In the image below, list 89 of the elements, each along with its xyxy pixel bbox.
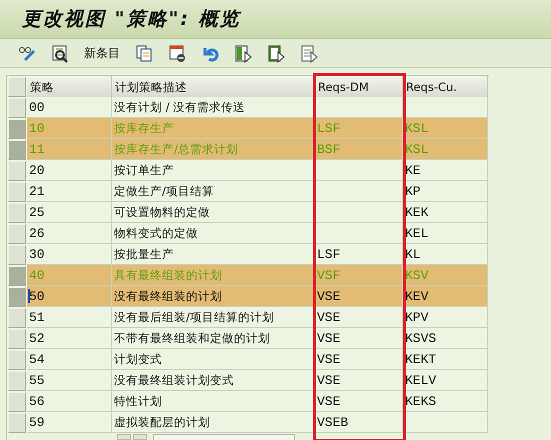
table-cell: 30 — [27, 244, 112, 265]
table-cell: 没有最终组装的计划 — [112, 286, 315, 307]
select-all-button[interactable] — [8, 77, 26, 97]
table-cell: VSE — [315, 307, 403, 328]
copy-icon[interactable] — [135, 44, 153, 62]
row-selector[interactable] — [8, 287, 26, 307]
table-cell: 虚拟装配层的计划 — [112, 412, 315, 433]
row-selector[interactable] — [8, 224, 26, 244]
scroll-right-button[interactable] — [133, 434, 147, 440]
table-cell: KL — [403, 244, 488, 265]
table-cell: 物料变式的定做 — [112, 223, 315, 244]
delete-row-icon[interactable] — [168, 44, 186, 62]
table-cell: VSE — [315, 328, 403, 349]
row-selector[interactable] — [8, 413, 26, 433]
table-cell: KE — [403, 160, 488, 181]
column-header[interactable]: 计划策略描述 — [112, 76, 315, 97]
table-cell: KEV — [403, 286, 488, 307]
row-selector[interactable] — [8, 203, 26, 223]
table-cell: BSF — [315, 139, 403, 160]
row-selector[interactable] — [8, 350, 26, 370]
table-cell: 51 — [27, 307, 112, 328]
row-selector[interactable] — [8, 182, 26, 202]
table-cell: 11 — [27, 139, 112, 160]
table-cell: LSF — [315, 244, 403, 265]
table-cell: VSE — [315, 370, 403, 391]
column-header[interactable]: Reqs-Cu. — [403, 76, 488, 97]
table-cell: 26 — [27, 223, 112, 244]
document-search-icon[interactable] — [51, 44, 69, 62]
table-cell: 00 — [27, 97, 112, 118]
table-cell: KEK — [403, 202, 488, 223]
table-cell: VSE — [315, 286, 403, 307]
table-cell: 50 — [27, 286, 112, 307]
table-cell: 没有最终组装计划变式 — [112, 370, 315, 391]
table-cell: KELV — [403, 370, 488, 391]
table-cell: 21 — [27, 181, 112, 202]
table-cell: 55 — [27, 370, 112, 391]
table-cell: 54 — [27, 349, 112, 370]
table-cell: 按批量生产 — [112, 244, 315, 265]
table-cell: KEKS — [403, 391, 488, 412]
column-header[interactable]: Reqs-DM — [315, 76, 403, 97]
table-cell: KSL — [403, 139, 488, 160]
table-cell: 20 — [27, 160, 112, 181]
table-cell: 25 — [27, 202, 112, 223]
table-cell: KEL — [403, 223, 488, 244]
document-arrow-icon[interactable] — [234, 44, 252, 62]
row-selector[interactable] — [8, 392, 26, 412]
table-cell: 具有最终组装的计划 — [112, 265, 315, 286]
table-cell: KSL — [403, 118, 488, 139]
table-cell: KP — [403, 181, 488, 202]
table-cell: 特性计划 — [112, 391, 315, 412]
table-cell: 59 — [27, 412, 112, 433]
table-cell: KSVS — [403, 328, 488, 349]
table-cell: 计划变式 — [112, 349, 315, 370]
window-title: 更改视图 "策略": 概览 — [22, 7, 241, 32]
table-cell: KPV — [403, 307, 488, 328]
table-cell: KSV — [403, 265, 488, 286]
table-cell: 没有最后组装/项目结算的计划 — [112, 307, 315, 328]
row-selector[interactable] — [8, 119, 26, 139]
table-cell: 按库存生产 — [112, 118, 315, 139]
table-cell: 定做生产/项目结算 — [112, 181, 315, 202]
row-selector[interactable] — [8, 98, 26, 118]
document-arrow-icon[interactable] — [267, 44, 285, 62]
table-cell: 不带有最终组装和定做的计划 — [112, 328, 315, 349]
table-cell: VSF — [315, 265, 403, 286]
row-selector[interactable] — [8, 329, 26, 349]
table-cell: 没有计划 / 没有需求传送 — [112, 97, 315, 118]
table-cell: 按订单生产 — [112, 160, 315, 181]
table-cell: 40 — [27, 265, 112, 286]
column-header[interactable]: 策略 — [27, 76, 112, 97]
row-selector[interactable] — [8, 245, 26, 265]
table-cell: LSF — [315, 118, 403, 139]
scroll-left-button[interactable] — [117, 434, 131, 440]
table-cell: VSE — [315, 391, 403, 412]
row-selector[interactable] — [8, 371, 26, 391]
table-cell: VSEB — [315, 412, 403, 433]
horizontal-scrollbar[interactable] — [153, 434, 295, 440]
row-selector[interactable] — [8, 266, 26, 286]
table-cell: VSE — [315, 349, 403, 370]
table-cell: 按库存生产/总需求计划 — [112, 139, 315, 160]
table-cell: KEKT — [403, 349, 488, 370]
table-cell: 56 — [27, 391, 112, 412]
row-selector[interactable] — [8, 308, 26, 328]
document-arrow-icon[interactable] — [300, 44, 318, 62]
table-cell: 可设置物料的定做 — [112, 202, 315, 223]
row-selector[interactable] — [8, 140, 26, 160]
row-selector[interactable] — [8, 161, 26, 181]
table-cell: 10 — [27, 118, 112, 139]
table-cell: 52 — [27, 328, 112, 349]
new-entries-button[interactable]: 新条目 — [84, 44, 120, 62]
